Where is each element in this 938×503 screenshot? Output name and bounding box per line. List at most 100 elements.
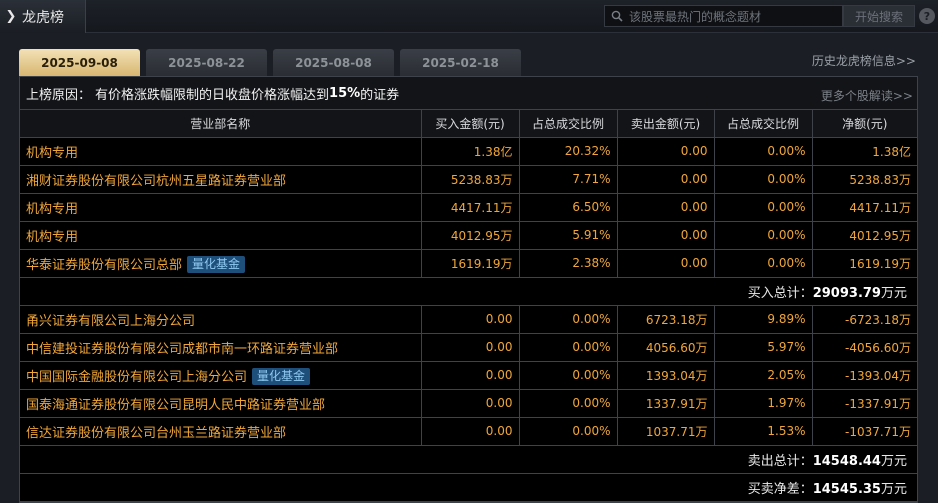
reason-label: 上榜原因： — [26, 87, 92, 103]
reason-highlight: 15% — [329, 85, 361, 101]
net-total-label: 买卖净差： — [747, 481, 813, 497]
net-amount-cell: -1037.71万 — [811, 416, 917, 446]
branch-name-cell[interactable]: 机构专用 — [20, 136, 422, 166]
more-analysis-link[interactable]: 更多个股解读>> — [821, 87, 913, 104]
col-header-buy-pct[interactable]: 占总成交比例 — [518, 110, 618, 138]
sell-amount-cell: 0.00 — [616, 192, 715, 222]
tab-date-1[interactable]: 2025-09-08 — [19, 49, 140, 76]
buy-amount-cell: 0.00 — [420, 416, 520, 446]
buy-total-label: 买入总计： — [747, 285, 813, 301]
sell-pct-cell: 1.53% — [713, 416, 813, 446]
net-amount-cell: 4012.95万 — [811, 220, 917, 250]
table-row[interactable]: 国泰海通证券股份有限公司昆明人民中路证券营业部 0.00 0.00% 1337.91万… — [20, 388, 917, 418]
table-row[interactable]: 中国国际金融股份有限公司上海分公司 量化基金 0.00 0.00% 1393.04万 2.… — [20, 360, 917, 390]
net-amount-cell: -1393.04万 — [811, 360, 917, 390]
sell-pct-cell: 0.00% — [713, 220, 813, 250]
branch-name-cell[interactable]: 国泰海通证券股份有限公司昆明人民中路证券营业部 — [20, 388, 422, 418]
search-box[interactable]: 该股票最热门的概念题材 — [604, 5, 843, 27]
col-header-sell-pct[interactable]: 占总成交比例 — [713, 110, 813, 138]
sell-amount-cell: 1393.04万 — [616, 360, 715, 390]
sell-amount-cell: 1037.71万 — [616, 416, 715, 446]
branch-name[interactable]: 中信建投证券股份有限公司成都市南一环路证券营业部 — [26, 342, 338, 357]
table-row[interactable]: 信达证券股份有限公司台州玉兰路证券营业部 0.00 0.00% 1037.71万 1.5… — [20, 416, 917, 446]
search-input[interactable]: 该股票最热门的概念题材 — [629, 8, 761, 25]
table-row[interactable]: 甬兴证券有限公司上海分公司 0.00 0.00% 6723.18万 9.89% -6723… — [20, 304, 917, 334]
sell-pct-cell: 2.05% — [713, 360, 813, 390]
buy-total-row: 买入总计：29093.79万元 — [20, 276, 917, 306]
branch-name-cell[interactable]: 中信建投证券股份有限公司成都市南一环路证券营业部 — [20, 332, 422, 362]
buy-pct-cell: 0.00% — [518, 332, 618, 362]
buy-amount-cell: 0.00 — [420, 304, 520, 334]
help-icon[interactable]: ? — [919, 8, 935, 24]
sell-total-unit: 万元 — [880, 453, 907, 469]
branch-name-cell[interactable]: 机构专用 — [20, 192, 422, 222]
buy-pct-cell: 0.00% — [518, 416, 618, 446]
chevron-right-icon: ❯ — [5, 9, 17, 24]
branch-name-cell[interactable]: 中国国际金融股份有限公司上海分公司 量化基金 — [20, 360, 422, 390]
sell-amount-cell: 6723.18万 — [616, 304, 715, 334]
branch-name-cell[interactable]: 华泰证券股份有限公司总部 量化基金 — [20, 248, 422, 278]
branch-name[interactable]: 机构专用 — [26, 202, 78, 217]
branch-name[interactable]: 机构专用 — [26, 146, 78, 161]
sell-pct-cell: 0.00% — [713, 192, 813, 222]
date-tabs: 2025-09-08 2025-08-22 2025-08-08 2025-02… — [19, 49, 527, 76]
branch-name-cell[interactable]: 信达证券股份有限公司台州玉兰路证券营业部 — [20, 416, 422, 446]
ranking-panel: 上榜原因： 有价格涨跌幅限制的日收盘价格涨幅达到 15% 的证券 更多个股解读>> … — [19, 76, 918, 503]
branch-name-cell[interactable]: 甬兴证券有限公司上海分公司 — [20, 304, 422, 334]
panel-title-tab[interactable]: ❯ 龙虎榜 — [0, 0, 86, 33]
net-amount-cell: -4056.60万 — [811, 332, 917, 362]
sell-pct-cell: 0.00% — [713, 248, 813, 278]
buy-amount-cell: 1.38亿 — [420, 136, 520, 166]
tab-date-4[interactable]: 2025-02-18 — [400, 49, 521, 76]
table-row[interactable]: 湘财证券股份有限公司杭州五星路证券营业部 5238.83万 7.71% 0.00 0.0… — [20, 164, 917, 194]
sell-total-row: 卖出总计：14548.44万元 — [20, 444, 917, 474]
buy-amount-cell: 5238.83万 — [420, 164, 520, 194]
top-bar: ❯ 龙虎榜 该股票最热门的概念题材 开始搜索 ? — [0, 0, 938, 33]
tab-date-3[interactable]: 2025-08-08 — [273, 49, 394, 76]
col-header-net[interactable]: 净额(元) — [811, 110, 917, 138]
history-link[interactable]: 历史龙虎榜信息>> — [812, 52, 916, 69]
table-row[interactable]: 华泰证券股份有限公司总部 量化基金 1619.19万 2.38% 0.00 0.00% 16… — [20, 248, 917, 278]
quant-fund-badge: 量化基金 — [252, 367, 311, 385]
net-total-row: 买卖净差：14545.35万元 — [20, 472, 917, 502]
buy-amount-cell: 0.00 — [420, 332, 520, 362]
net-amount-cell: 5238.83万 — [811, 164, 917, 194]
sell-amount-cell: 0.00 — [616, 248, 715, 278]
branch-name[interactable]: 华泰证券股份有限公司总部 — [26, 258, 182, 273]
table-row[interactable]: 中信建投证券股份有限公司成都市南一环路证券营业部 0.00 0.00% 4056.60… — [20, 332, 917, 362]
branch-name[interactable]: 机构专用 — [26, 230, 78, 245]
buy-pct-cell: 20.32% — [518, 136, 618, 166]
buy-amount-cell: 4417.11万 — [420, 192, 520, 222]
buy-total-unit: 万元 — [880, 285, 907, 301]
search-button[interactable]: 开始搜索 — [843, 5, 915, 27]
sell-amount-cell: 0.00 — [616, 136, 715, 166]
col-header-branch[interactable]: 营业部名称 — [20, 110, 422, 138]
branch-name[interactable]: 信达证券股份有限公司台州玉兰路证券营业部 — [26, 426, 286, 441]
buy-amount-cell: 4012.95万 — [420, 220, 520, 250]
panel-title: 龙虎榜 — [22, 9, 64, 26]
branch-name-cell[interactable]: 机构专用 — [20, 220, 422, 250]
branch-name-cell[interactable]: 湘财证券股份有限公司杭州五星路证券营业部 — [20, 164, 422, 194]
branch-name[interactable]: 国泰海通证券股份有限公司昆明人民中路证券营业部 — [26, 398, 325, 413]
buy-pct-cell: 7.71% — [518, 164, 618, 194]
tab-date-2[interactable]: 2025-08-22 — [146, 49, 267, 76]
table-header: 营业部名称 买入金额(元) 占总成交比例 卖出金额(元) 占总成交比例 净额(元… — [20, 110, 917, 138]
table-row[interactable]: 机构专用 4012.95万 5.91% 0.00 0.00% 4012.95万 — [20, 220, 917, 250]
quant-fund-badge: 量化基金 — [187, 255, 246, 273]
net-amount-cell: 4417.11万 — [811, 192, 917, 222]
buy-amount-cell: 0.00 — [420, 388, 520, 418]
buy-pct-cell: 6.50% — [518, 192, 618, 222]
col-header-buy[interactable]: 买入金额(元) — [420, 110, 520, 138]
trading-table: 营业部名称 买入金额(元) 占总成交比例 卖出金额(元) 占总成交比例 净额(元… — [20, 110, 917, 502]
branch-name[interactable]: 湘财证券股份有限公司杭州五星路证券营业部 — [26, 174, 286, 189]
branch-name[interactable]: 甬兴证券有限公司上海分公司 — [26, 314, 195, 329]
sell-amount-cell: 4056.60万 — [616, 332, 715, 362]
buy-pct-cell: 0.00% — [518, 360, 618, 390]
reason-text: 有价格涨跌幅限制的日收盘价格涨幅达到 — [95, 87, 330, 103]
branch-name[interactable]: 中国国际金融股份有限公司上海分公司 — [26, 370, 247, 385]
table-row[interactable]: 机构专用 4417.11万 6.50% 0.00 0.00% 4417.11万 — [20, 192, 917, 222]
col-header-sell[interactable]: 卖出金额(元) — [616, 110, 715, 138]
sell-total-value: 14548.44 — [812, 453, 881, 469]
table-row[interactable]: 机构专用 1.38亿 20.32% 0.00 0.00% 1.38亿 — [20, 136, 917, 166]
sell-amount-cell: 1337.91万 — [616, 388, 715, 418]
